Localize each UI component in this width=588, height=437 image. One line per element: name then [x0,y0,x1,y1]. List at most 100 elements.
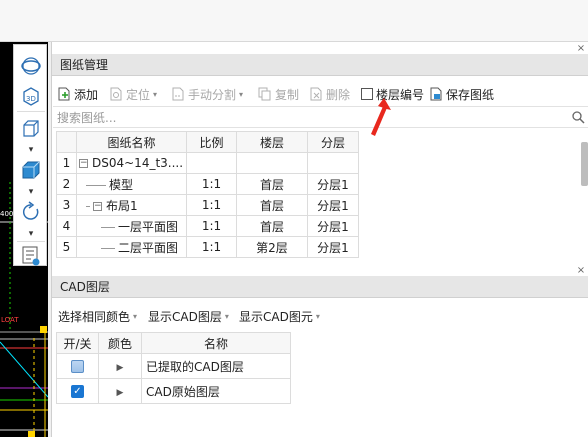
layer-color-cell[interactable]: ▶ [98,378,142,404]
search-icon[interactable] [572,111,585,124]
copy-button[interactable]: 复制 [258,82,299,106]
solid-view-icon[interactable] [18,157,44,183]
table-row[interactable]: 2 模型 1:1 首层 分层1 [56,173,359,195]
collapse-icon[interactable]: − [93,201,102,211]
manual-split-icon [172,87,184,101]
layer-toggle-cell[interactable] [56,353,99,379]
layer-name: 已提取的CAD图层 [141,353,291,379]
canvas-coord-label: 400 [0,210,14,218]
select-same-color-button[interactable]: 选择相同颜色 ▾ [58,304,137,328]
delete-button[interactable]: 删除 [309,82,350,106]
expand-arrow-icon[interactable]: ▶ [117,388,124,398]
show-cad-layer-label: 显示CAD图层 [148,309,222,324]
cad-panel-title: CAD图层 [52,276,588,298]
manual-split-dropdown-icon: ▾ [239,89,244,99]
select-same-color-label: 选择相同颜色 [58,309,131,324]
row-floor[interactable] [236,152,308,174]
dynamic-observe-icon[interactable] [18,199,44,225]
delete-label: 删除 [326,87,351,102]
canvas-tag-label: LOAT [1,316,19,324]
cad-layer-table: 开/关 颜色 名称 ▶ 已提取的CAD图层 ✓ ▶ CAD原始图层 [56,332,291,404]
col-layer-header[interactable]: 分层 [307,131,359,153]
drawing-name: 模型 [109,177,134,192]
solid-dropdown-icon[interactable]: ▾ [18,185,44,199]
col-floor-header[interactable]: 楼层 [236,131,308,153]
save-icon [430,87,442,101]
add-icon [58,87,70,101]
row-layer[interactable]: 分层1 [307,194,359,216]
row-ratio[interactable]: 1:1 [186,194,237,216]
row-ratio[interactable]: 1:1 [186,215,237,237]
row-layer[interactable]: 分层1 [307,215,359,237]
delete-icon [310,87,322,101]
layer-name: CAD原始图层 [141,378,291,404]
layer-color-cell[interactable]: ▶ [98,353,142,379]
search-input[interactable] [57,109,557,126]
checked-checkbox[interactable]: ✓ [71,385,84,398]
panel-close-icon[interactable]: × [576,44,586,54]
drawing-toolbar: 添加 定位 ▾ 手动分割 ▾ 复制 删除 楼层编号 保存图纸 [52,82,588,106]
search-bar [53,106,588,128]
locate-icon [110,87,122,101]
svg-text:3D: 3D [26,95,36,103]
layer-toggle-cell[interactable]: ✓ [56,378,99,404]
row-ratio[interactable] [186,152,237,174]
row-layer[interactable]: 分层1 [307,173,359,195]
row-floor[interactable]: 首层 [236,173,308,195]
top-view-icon[interactable] [18,115,44,141]
layer-row[interactable]: ✓ ▶ CAD原始图层 [56,378,291,404]
copy-icon [258,87,271,101]
row-index: 1 [56,152,77,174]
add-button[interactable]: 添加 [57,82,98,106]
row-name: − 布局1 [76,194,187,216]
row-ratio[interactable]: 1:1 [186,236,237,258]
partial-checkbox[interactable] [71,360,84,373]
locate-dropdown-icon: ▾ [153,89,158,99]
select-same-color-dropdown-icon: ▾ [133,311,138,321]
row-floor[interactable]: 首层 [236,194,308,216]
show-cad-element-button[interactable]: 显示CAD图元 ▾ [239,304,320,328]
layer-row[interactable]: ▶ 已提取的CAD图层 [56,353,291,379]
top-bar [0,0,588,42]
col-color-header: 颜色 [98,332,142,354]
row-floor[interactable]: 第2层 [236,236,308,258]
save-drawing-button[interactable]: 保存图纸 [429,82,494,106]
drawing-name: DS04~14_t3.... [92,156,184,170]
manual-split-button[interactable]: 手动分割 ▾ [171,82,243,106]
row-floor[interactable]: 首层 [236,215,308,237]
table-row[interactable]: 3 − 布局1 1:1 首层 分层1 [56,194,359,216]
cad-panel-close-icon[interactable]: × [576,266,586,276]
floor-number-box[interactable] [361,88,373,100]
col-layer-name-header: 名称 [141,332,291,354]
table-header-row: 图纸名称 比例 楼层 分层 [56,131,359,153]
show-cad-layer-button[interactable]: 显示CAD图层 ▾ [148,304,229,328]
row-name: 一层平面图 [76,215,187,237]
floor-number-checkbox[interactable]: 楼层编号 [361,82,424,106]
floor-number-label: 楼层编号 [376,87,425,102]
observe-dropdown-icon[interactable]: ▾ [18,227,44,241]
row-ratio[interactable]: 1:1 [186,173,237,195]
table-scrollbar[interactable] [581,142,588,186]
col-name-header[interactable]: 图纸名称 [76,131,187,153]
col-toggle-header: 开/关 [56,332,99,354]
row-index: 4 [56,215,77,237]
copy-label: 复制 [275,87,300,102]
layer-list-icon[interactable] [18,243,44,269]
add-label: 添加 [74,87,99,102]
view-dropdown-icon[interactable]: ▾ [18,143,44,157]
row-layer[interactable]: 分层1 [307,236,359,258]
table-row[interactable]: 5 二层平面图 1:1 第2层 分层1 [56,236,359,258]
3d-view-icon[interactable]: 3D [18,83,44,109]
expand-arrow-icon[interactable]: ▶ [117,363,124,373]
drawing-panel-title: 图纸管理 [52,54,588,76]
table-row[interactable]: 4 一层平面图 1:1 首层 分层1 [56,215,359,237]
locate-button[interactable]: 定位 ▾ [109,82,157,106]
rotate-view-icon[interactable] [18,53,44,79]
col-ratio-header[interactable]: 比例 [186,131,237,153]
row-layer[interactable] [307,152,359,174]
collapse-icon[interactable]: − [79,159,88,168]
show-cad-element-label: 显示CAD图元 [239,309,313,324]
table-row[interactable]: 1 − DS04~14_t3.... [56,152,359,174]
row-name: 二层平面图 [76,236,187,258]
row-index: 2 [56,173,77,195]
